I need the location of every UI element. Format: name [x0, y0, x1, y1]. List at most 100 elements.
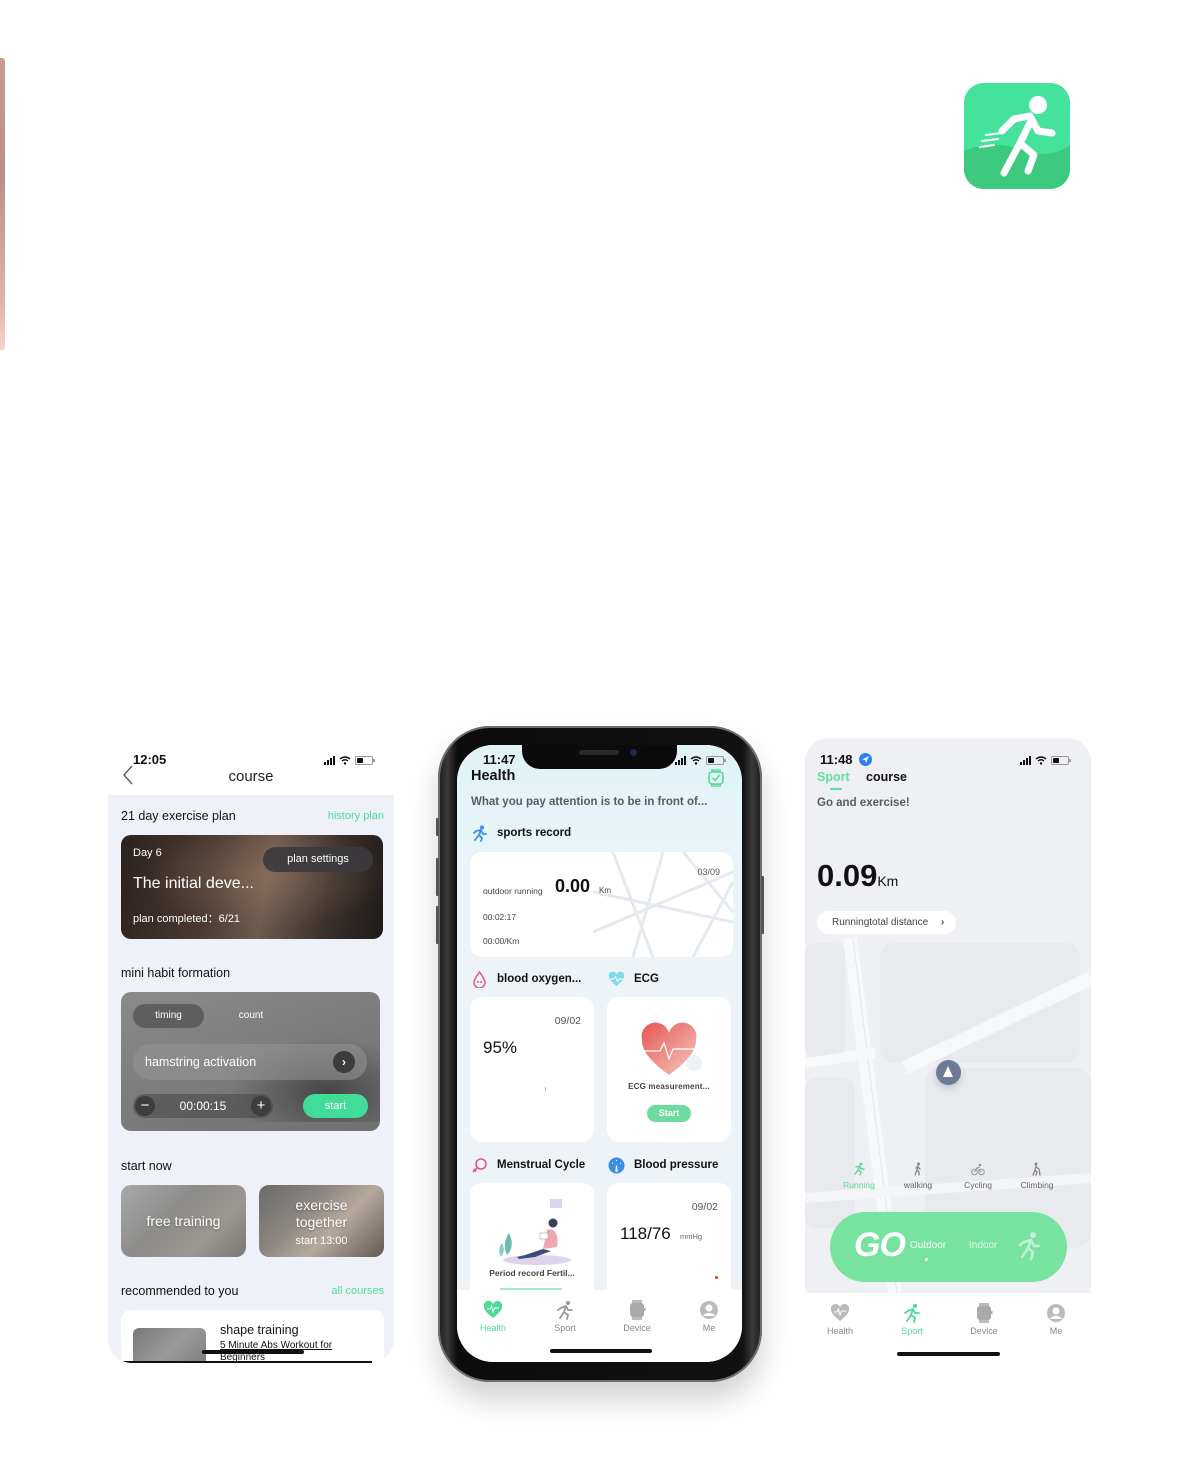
mode-label: Climbing — [1020, 1180, 1054, 1190]
running-total-distance-button[interactable]: Runningtotal distance › — [817, 911, 957, 934]
mode-cycling[interactable]: Cycling — [948, 1162, 1008, 1190]
selected-indicator — [925, 1258, 928, 1261]
status-icons — [324, 756, 375, 765]
tab-timing[interactable]: timing — [133, 1004, 204, 1028]
habit-section-title: mini habit formation — [121, 966, 231, 980]
go-label: GO — [854, 1226, 906, 1264]
bp-unit: mmHg — [680, 1232, 703, 1241]
app-icon — [964, 83, 1070, 189]
walking-icon — [914, 1162, 921, 1176]
sports-record-card[interactable]: 03/09 outdoor running 0.00 Km 00:02:17 0… — [470, 852, 733, 957]
tab-sport[interactable]: Sport — [535, 1300, 595, 1333]
tab-device[interactable]: Device — [954, 1303, 1014, 1336]
oxygen-value: 95% — [483, 1038, 518, 1057]
page-title: course — [228, 768, 274, 785]
tab-me[interactable]: Me — [1026, 1303, 1086, 1336]
bp-chart-mark — [715, 1276, 718, 1279]
ecg-title: ECG — [634, 973, 659, 985]
blood-pressure-gauge-icon — [608, 1157, 625, 1174]
course-header: 12:05 course — [108, 738, 394, 795]
status-icons — [675, 756, 726, 765]
mode-running[interactable]: Running — [829, 1162, 889, 1190]
chevron-right-icon[interactable]: › — [333, 1051, 355, 1073]
history-plan-link[interactable]: history plan — [328, 810, 384, 822]
habit-card: timing count hamstring activation › 00:0… — [121, 992, 380, 1131]
outdoor-option[interactable]: Outdoor — [910, 1240, 946, 1251]
status-time: 12:05 — [133, 752, 167, 767]
tab-health[interactable]: Health — [810, 1303, 870, 1336]
record-pace: 00:00/Km — [483, 936, 520, 946]
volume-up-button — [436, 858, 439, 896]
watch-icon — [630, 1300, 646, 1320]
my-location-marker[interactable] — [936, 1060, 961, 1085]
plan-section-title: 21 day exercise plan — [121, 809, 236, 823]
tab-count[interactable]: count — [216, 1004, 286, 1028]
phone-notch — [522, 745, 677, 769]
ecg-card[interactable]: ECG measurement... Start — [607, 997, 731, 1142]
mode-label: Cycling — [964, 1180, 992, 1190]
mode-walking[interactable]: walking — [888, 1162, 948, 1190]
sports-record-title: sports record — [497, 827, 572, 839]
bp-value: 118/76 — [620, 1224, 671, 1243]
blood-pressure-title: Blood pressure — [634, 1159, 719, 1171]
tab-health[interactable]: Health — [463, 1300, 523, 1333]
all-courses-link[interactable]: all courses — [331, 1285, 384, 1297]
total-distance: 0.09Km — [817, 858, 898, 894]
mode-climbing[interactable]: Climbing — [1007, 1162, 1067, 1190]
ecg-heart-icon — [608, 971, 625, 986]
wifi-icon — [1035, 756, 1047, 765]
indoor-option[interactable]: Indoor — [969, 1240, 997, 1251]
start-now-title: start now — [121, 1159, 172, 1173]
blood-oxygen-title: blood oxygen... — [497, 973, 582, 985]
watch-check-icon[interactable] — [708, 769, 724, 787]
page-title: Health — [471, 768, 516, 784]
period-illustration — [499, 1199, 571, 1265]
tagline: Go and exercise! — [817, 797, 910, 809]
tab-label: Sport — [901, 1326, 923, 1336]
chevron-right-icon: › — [940, 917, 945, 928]
exercise-together-tile[interactable]: exercise together start 13:00 — [259, 1185, 384, 1257]
user-icon — [1047, 1304, 1065, 1322]
blood-pressure-card[interactable]: 09/02 118/76 mmHg — [607, 1183, 731, 1303]
runner-icon — [1018, 1232, 1041, 1261]
watch-icon — [977, 1303, 993, 1323]
speaker — [579, 750, 619, 755]
mute-switch — [436, 818, 439, 836]
free-training-tile[interactable]: free training — [121, 1185, 246, 1257]
menstrual-card[interactable]: Period record Fertil... — [470, 1183, 594, 1303]
oxygen-date: 09/02 — [554, 1015, 581, 1027]
distance-unit: Km — [877, 873, 899, 889]
record-type: outdoor running — [483, 886, 543, 896]
go-button[interactable]: GO Outdoor Indoor — [830, 1212, 1067, 1282]
running-man-icon — [964, 83, 1070, 189]
tab-me[interactable]: Me — [679, 1300, 739, 1333]
tab-device[interactable]: Device — [607, 1300, 667, 1333]
exercise-plan-card[interactable]: Day 6 The initial deve... plan completed… — [121, 835, 383, 939]
plan-day: Day 6 — [133, 847, 162, 859]
increase-button[interactable]: + — [251, 1096, 271, 1116]
start-button[interactable]: start — [303, 1094, 368, 1118]
record-distance-unit: Km — [599, 886, 611, 895]
ecg-start-button[interactable]: Start — [647, 1105, 691, 1122]
location-arrow-icon — [859, 753, 872, 766]
runner-icon — [904, 1304, 920, 1323]
home-indicator — [202, 1350, 304, 1354]
plan-settings-button[interactable]: plan settings — [263, 847, 373, 872]
decrease-button[interactable]: − — [135, 1096, 155, 1116]
tab-sport[interactable]: Sport — [817, 770, 850, 784]
tab-course[interactable]: course — [866, 770, 907, 784]
map-view[interactable] — [805, 738, 1091, 1293]
record-date: 03/09 — [697, 867, 720, 877]
tab-label: Device — [970, 1326, 998, 1336]
blood-oxygen-card[interactable]: 09/02 95% — [470, 997, 594, 1142]
battery-icon — [706, 756, 726, 765]
course-list-item[interactable]: shape training 5 Minute Abs Workout for … — [121, 1310, 384, 1363]
exercise-selector[interactable]: hamstring activation › — [133, 1044, 367, 1080]
female-symbol-icon — [472, 1158, 487, 1173]
running-icon — [473, 825, 487, 842]
signal-icon — [1020, 756, 1031, 765]
record-duration: 00:02:17 — [483, 912, 517, 922]
signal-icon — [324, 756, 335, 765]
exercise-name: hamstring activation — [145, 1055, 257, 1069]
tab-sport[interactable]: Sport — [882, 1303, 942, 1336]
